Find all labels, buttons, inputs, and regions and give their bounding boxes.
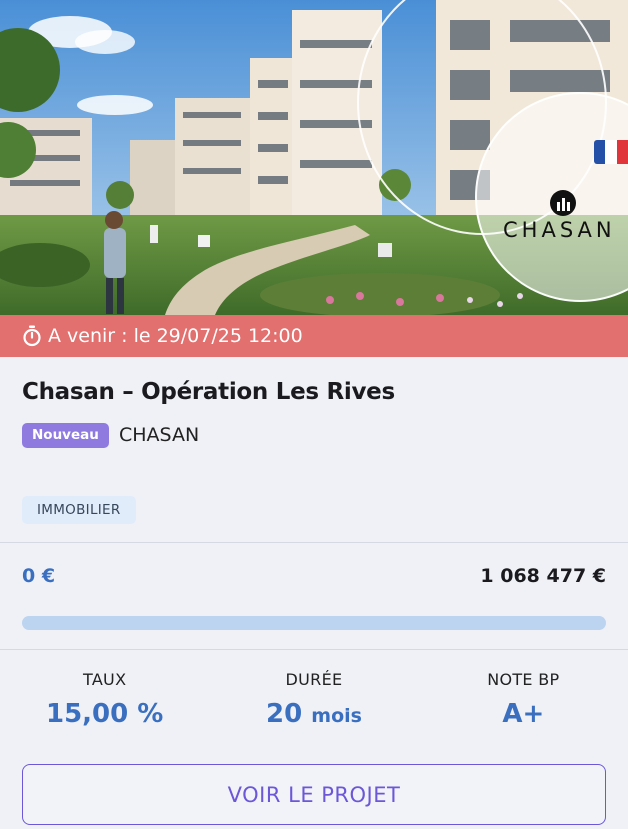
stat-label: DURÉE <box>285 670 343 689</box>
project-title[interactable]: Chasan – Opération Les Rives <box>22 379 395 405</box>
stat-rate: TAUX 15,00 % <box>0 670 209 729</box>
divider <box>0 649 628 650</box>
divider <box>0 542 628 543</box>
stat-label: TAUX <box>82 670 127 689</box>
launch-date-text: A venir : le 29/07/25 12:00 <box>48 325 303 347</box>
new-badge: Nouveau <box>22 423 109 448</box>
funding-progress-bar <box>22 616 606 630</box>
issuer-name: CHASAN <box>119 424 200 446</box>
stat-value: A+ <box>502 699 545 729</box>
view-project-button[interactable]: VOIR LE PROJET <box>22 764 606 825</box>
project-hero-image[interactable]: CHASAN <box>0 0 628 315</box>
category-tag: IMMOBILIER <box>22 496 136 524</box>
stat-unit: mois <box>311 705 362 727</box>
target-amount: 1 068 477 € <box>480 565 606 587</box>
stat-label: NOTE BP <box>487 670 560 689</box>
issuer-logo-text: CHASAN <box>503 218 616 242</box>
france-flag-icon <box>594 140 628 164</box>
stat-rating: NOTE BP A+ <box>419 670 628 729</box>
stat-value: 15,00 % <box>45 699 164 729</box>
launch-status-banner: A venir : le 29/07/25 12:00 <box>0 315 628 357</box>
project-card[interactable]: CHASAN A venir : le 29/07/25 12:00 Chasa… <box>0 0 628 829</box>
stat-value: 20 mois <box>266 699 362 729</box>
stat-duration: DURÉE 20 mois <box>209 670 418 729</box>
collected-amount: 0 € <box>22 565 56 587</box>
stopwatch-icon <box>23 325 41 347</box>
chasan-logo-icon <box>550 190 576 216</box>
project-stats: TAUX 15,00 % DURÉE 20 mois NOTE BP A+ <box>0 670 628 729</box>
